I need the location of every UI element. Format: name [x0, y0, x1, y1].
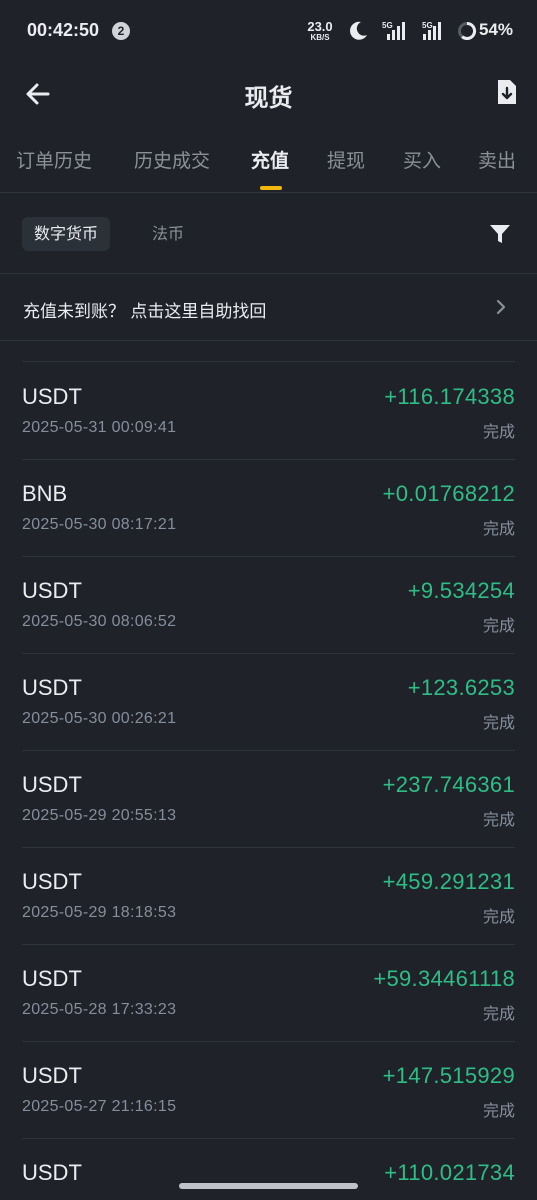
coin-symbol: BNB — [22, 481, 68, 506]
deposit-row[interactable]: USDT 2025-05-27 21:16:15 +147.515929 完成 — [22, 1041, 515, 1139]
tab-order-history[interactable]: 订单历史 — [16, 146, 92, 173]
deposit-time: 2025-05-29 20:55:13 — [22, 807, 177, 824]
sig2-label: 5G — [422, 21, 433, 30]
page-title: 现货 — [244, 84, 293, 112]
deposit-amount: +0.01768212 — [382, 481, 515, 506]
battery-percent: 54% — [479, 20, 514, 39]
deposit-status: 完成 — [482, 907, 515, 926]
signal-5g-icon-2: 5G — [422, 21, 441, 40]
tab-deposit[interactable]: 充值 — [251, 146, 289, 173]
filter-icon[interactable] — [489, 223, 511, 245]
notification-count-badge: 2 — [112, 22, 130, 40]
deposit-time: 2025-05-30 08:06:52 — [22, 613, 177, 630]
net-speed: 23.0 KB/S — [303, 20, 337, 42]
deposit-amount: +59.34461118 — [373, 966, 515, 991]
net-speed-unit: KB/S — [310, 33, 330, 42]
deposit-time: 2025-05-29 18:18:53 — [22, 904, 177, 921]
deposit-recovery-link[interactable]: 充值未到账？ 点击这里自助找回 — [0, 274, 537, 341]
deposit-status: 完成 — [482, 1004, 515, 1023]
deposit-recovery-text: 充值未到账？ 点击这里自助找回 — [23, 302, 267, 322]
tab-sell[interactable]: 卖出 — [478, 146, 516, 173]
deposit-status: 完成 — [482, 1101, 515, 1120]
tab-trade-history[interactable]: 历史成交 — [134, 146, 210, 173]
coin-symbol: USDT — [22, 384, 82, 409]
status-bar: 00:42:50 2 23.0 KB/S 5G 5G 54% — [0, 0, 537, 64]
tab-buy[interactable]: 买入 — [403, 146, 441, 173]
net-speed-value: 23.0 — [307, 19, 333, 34]
filter-fiat-chip[interactable]: 法币 — [140, 217, 196, 251]
deposit-amount: +9.534254 — [407, 578, 515, 603]
filter-crypto-chip[interactable]: 数字货币 — [22, 217, 111, 251]
deposit-status: 完成 — [482, 616, 515, 635]
deposit-status: 完成 — [482, 810, 515, 829]
coin-symbol: USDT — [22, 1160, 82, 1185]
status-time: 00:42:50 — [27, 20, 100, 40]
deposit-amount: +116.174338 — [384, 384, 515, 409]
deposit-row[interactable]: USDT 2025-05-30 08:06:52 +9.534254 完成 — [22, 556, 515, 654]
chevron-right-icon — [496, 299, 506, 315]
filter-bar: 数字货币 法币 — [0, 193, 537, 274]
deposit-row[interactable]: USDT 2025-05-31 00:09:41 +116.174338 完成 — [22, 362, 515, 460]
deposit-row[interactable]: USDT 2025-05-28 17:33:23 +59.34461118 完成 — [22, 944, 515, 1042]
deposit-amount: +123.6253 — [407, 675, 515, 700]
signal-5g-icon: 5G — [382, 21, 405, 40]
deposit-time: 2025-05-30 08:17:21 — [22, 516, 177, 533]
deposit-amount: +147.515929 — [382, 1063, 515, 1088]
coin-symbol: USDT — [22, 869, 82, 894]
sig1-label: 5G — [382, 21, 393, 30]
deposit-row[interactable]: BNB 2025-05-30 08:17:21 +0.01768212 完成 — [22, 459, 515, 557]
export-file-icon[interactable] — [495, 78, 519, 106]
deposit-status: 完成 — [482, 713, 515, 732]
deposit-row[interactable]: USDT 2025-05-29 18:18:53 +459.291231 完成 — [22, 847, 515, 945]
deposit-time: 2025-05-30 00:26:21 — [22, 710, 177, 727]
deposit-time: 2025-05-27 21:16:15 — [22, 1098, 177, 1115]
app-header: 现货 — [0, 64, 537, 126]
coin-symbol: USDT — [22, 772, 82, 797]
deposit-status: 完成 — [482, 422, 515, 441]
deposit-amount: +459.291231 — [382, 869, 515, 894]
deposit-row[interactable]: USDT 2025-05-29 20:55:13 +237.746361 完成 — [22, 750, 515, 848]
deposit-amount: +237.746361 — [382, 772, 515, 797]
deposit-status: 完成 — [482, 519, 515, 538]
battery-icon — [458, 21, 477, 40]
tab-bar: 订单历史 历史成交 充值 提现 买入 卖出 — [0, 134, 537, 193]
deposit-row[interactable]: USDT 2025-05-30 00:26:21 +123.6253 完成 — [22, 653, 515, 751]
deposit-time: 2025-05-31 00:09:41 — [22, 419, 177, 436]
coin-symbol: USDT — [22, 675, 82, 700]
coin-symbol: USDT — [22, 1063, 82, 1088]
active-tab-indicator — [260, 186, 282, 190]
deposit-time: 2025-05-28 17:33:23 — [22, 1001, 177, 1018]
tab-withdraw[interactable]: 提现 — [327, 146, 365, 173]
deposit-amount: +110.021734 — [384, 1160, 515, 1185]
home-indicator[interactable] — [179, 1183, 358, 1189]
coin-symbol: USDT — [22, 578, 82, 603]
deposit-row[interactable]: USDT +110.021734 — [22, 1138, 515, 1200]
status-icons: 23.0 KB/S 5G 5G 54% — [277, 0, 537, 64]
moon-icon — [350, 21, 367, 40]
coin-symbol: USDT — [22, 966, 82, 991]
